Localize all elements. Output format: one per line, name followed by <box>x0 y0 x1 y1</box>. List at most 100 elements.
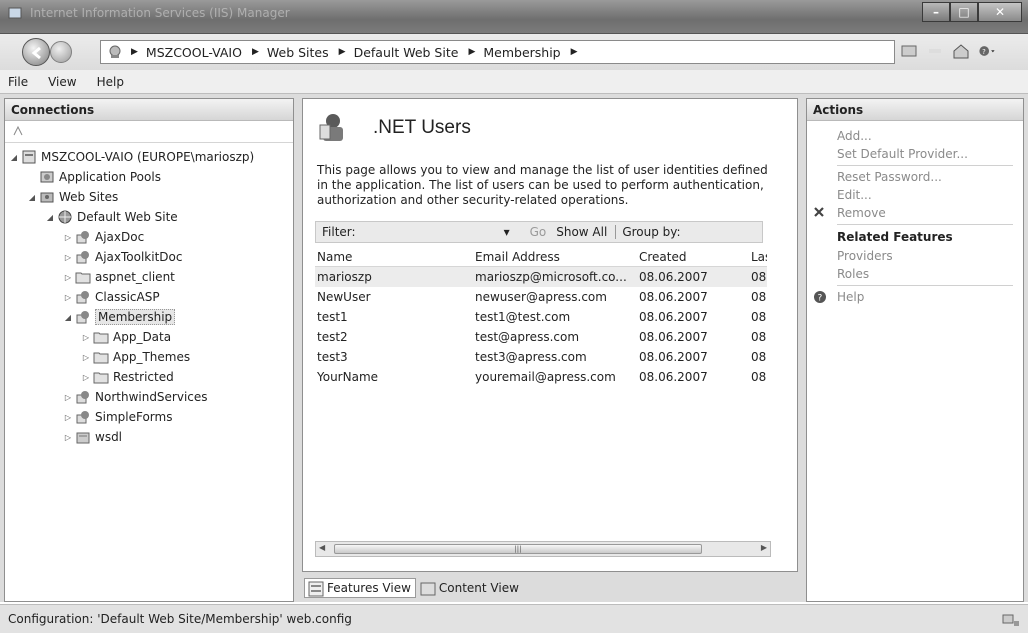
cell-last: 08.0 <box>751 370 767 384</box>
content-view-tab[interactable]: Content View <box>415 578 524 598</box>
tree-item-application-pools[interactable]: Application Pools <box>9 167 293 187</box>
actions-panel: Actions Add... Set Default Provider... R… <box>806 98 1024 602</box>
horizontal-scrollbar[interactable]: ◀ ||| ▶ <box>315 541 771 557</box>
table-row[interactable]: marioszp marioszp@microsoft.co... 08.06.20… <box>315 267 767 287</box>
table-row[interactable]: YourName youremail@apress.com 08.06.2007 08… <box>315 367 767 387</box>
tree-item-app-data[interactable]: ▷ App_Data <box>9 327 293 347</box>
collapse-arrow-icon[interactable]: ◢ <box>63 313 73 322</box>
expand-arrow-icon[interactable]: ▷ <box>63 233 73 242</box>
globe-icon <box>58 210 72 224</box>
action-reset-password[interactable]: Reset Password... <box>807 168 1023 186</box>
home-icon[interactable] <box>952 42 970 60</box>
tree-item-northwindservices[interactable]: ▷ NorthwindServices <box>9 387 293 407</box>
expand-arrow-icon[interactable]: ▷ <box>81 353 91 362</box>
scroll-right-icon[interactable]: ▶ <box>761 543 767 552</box>
tree-item-label: AjaxDoc <box>95 230 145 244</box>
tree-item-ajaxtoolkitdoc[interactable]: ▷ AjaxToolkitDoc <box>9 247 293 267</box>
expand-arrow-icon[interactable]: ▷ <box>63 273 73 282</box>
collapse-arrow-icon[interactable]: ◢ <box>27 193 37 202</box>
actions-divider <box>837 285 1013 286</box>
tree-item-ajaxdoc[interactable]: ▷ AjaxDoc <box>9 227 293 247</box>
tree-item-app-themes[interactable]: ▷ App_Themes <box>9 347 293 367</box>
connections-title: Connections <box>5 99 293 121</box>
tree-item-mszcool-vaio-europe-marioszp[interactable]: ◢ MSZCOOL-VAIO (EUROPE\marioszp) <box>9 147 293 167</box>
breadcrumb-server[interactable]: MSZCOOL-VAIO <box>146 45 242 60</box>
filter-bar: Filter: ▾ Go Show All Group by: <box>315 221 763 243</box>
cell-email: youremail@apress.com <box>475 370 616 384</box>
expand-arrow-icon[interactable]: ▷ <box>63 433 73 442</box>
table-row[interactable]: test2 test@apress.com 08.06.2007 08.0 <box>315 327 767 347</box>
tree-item-wsdl[interactable]: ▷ wsdl <box>9 427 293 447</box>
column-header-email[interactable]: Email Address <box>475 250 639 264</box>
features-view-tab[interactable]: Features View <box>304 578 416 598</box>
breadcrumb-default-web-site[interactable]: Default Web Site <box>354 45 459 60</box>
expand-arrow-icon[interactable]: ▷ <box>63 253 73 262</box>
page-description: This page allows you to view and manage … <box>317 163 768 207</box>
tree-item-label: NorthwindServices <box>95 390 208 404</box>
tree-item-web-sites[interactable]: ◢ Web Sites <box>9 187 293 207</box>
forward-button[interactable] <box>50 41 72 63</box>
action-add[interactable]: Add... <box>807 127 1023 145</box>
filter-dropdown-icon[interactable]: ▾ <box>504 225 510 239</box>
tree-item-label: Application Pools <box>59 170 161 184</box>
tree-item-restricted[interactable]: ▷ Restricted <box>9 367 293 387</box>
collapse-arrow-icon[interactable]: ◢ <box>45 213 55 222</box>
breadcrumb-separator-icon: ▶ <box>468 47 476 57</box>
stop-icon[interactable] <box>926 42 944 60</box>
breadcrumb-web-sites[interactable]: Web Sites <box>267 45 329 60</box>
expand-arrow-icon[interactable]: ▷ <box>81 333 91 342</box>
expand-arrow-icon[interactable]: ▷ <box>63 393 73 402</box>
cell-created: 08.06.2007 <box>639 370 708 384</box>
connect-to-server-icon[interactable] <box>11 124 25 138</box>
action-edit[interactable]: Edit... <box>807 186 1023 204</box>
breadcrumb-separator-icon: ▶ <box>570 47 578 57</box>
scroll-left-icon[interactable]: ◀ <box>319 543 325 552</box>
status-text: Configuration: 'Default Web Site/Members… <box>8 612 352 626</box>
menu-file[interactable]: File <box>8 75 28 89</box>
menu-help[interactable]: Help <box>97 75 124 89</box>
tree-item-aspnet-client[interactable]: ▷ aspnet_client <box>9 267 293 287</box>
action-set-default-provider[interactable]: Set Default Provider... <box>807 145 1023 163</box>
address-breadcrumb[interactable]: ▶ MSZCOOL-VAIO ▶ Web Sites ▶ Default Web… <box>100 40 895 64</box>
expand-arrow-icon[interactable]: ▷ <box>63 413 73 422</box>
tree-item-label: aspnet_client <box>95 270 175 284</box>
expand-arrow-icon[interactable]: ▷ <box>63 293 73 302</box>
table-row[interactable]: NewUser newuser@apress.com 08.06.2007 08.0 <box>315 287 767 307</box>
menu-view[interactable]: View <box>48 75 76 89</box>
go-button[interactable]: Go <box>530 225 547 239</box>
scrollbar-thumb[interactable]: ||| <box>334 544 702 554</box>
help-dropdown-icon[interactable]: ? <box>978 42 996 60</box>
expand-arrow-icon[interactable]: ▷ <box>81 373 91 382</box>
cell-created: 08.06.2007 <box>639 310 708 324</box>
back-button[interactable] <box>22 38 50 66</box>
tree-item-default-web-site[interactable]: ◢ Default Web Site <box>9 207 293 227</box>
table-row[interactable]: test1 test1@test.com 08.06.2007 08.0 <box>315 307 767 327</box>
group-by-label[interactable]: Group by: <box>615 225 681 239</box>
dotnet-users-icon <box>319 114 343 141</box>
tree-item-label: Web Sites <box>59 190 119 204</box>
column-header-created[interactable]: Created <box>639 250 751 264</box>
collapse-arrow-icon[interactable]: ◢ <box>9 153 19 162</box>
tree-item-membership[interactable]: ◢ Membership <box>9 307 293 327</box>
close-button[interactable]: ✕ <box>978 2 1022 22</box>
tree-item-label: MSZCOOL-VAIO (EUROPE\marioszp) <box>41 150 255 164</box>
show-all-button[interactable]: Show All <box>556 225 607 239</box>
minimize-button[interactable]: – <box>922 2 950 22</box>
connect-icon[interactable] <box>900 42 918 60</box>
window-title: Internet Information Services (IIS) Mana… <box>30 6 290 20</box>
action-roles[interactable]: Roles <box>807 265 1023 283</box>
back-arrow-icon <box>31 46 41 60</box>
breadcrumb-membership[interactable]: Membership <box>483 45 560 60</box>
column-header-last[interactable]: Last <box>751 250 767 264</box>
action-remove[interactable]: Remove <box>807 204 1023 222</box>
tree-item-classicasp[interactable]: ▷ ClassicASP <box>9 287 293 307</box>
action-help[interactable]: ? Help <box>807 288 1023 306</box>
actions-divider <box>837 165 1013 166</box>
column-header-name[interactable]: Name <box>315 250 475 264</box>
action-providers[interactable]: Providers <box>807 247 1023 265</box>
cell-email: marioszp@microsoft.co... <box>475 270 627 284</box>
maximize-button[interactable]: □ <box>950 2 978 22</box>
help-icon: ? <box>814 291 826 304</box>
table-row[interactable]: test3 test3@apress.com 08.06.2007 08.0 <box>315 347 767 367</box>
tree-item-simpleforms[interactable]: ▷ SimpleForms <box>9 407 293 427</box>
